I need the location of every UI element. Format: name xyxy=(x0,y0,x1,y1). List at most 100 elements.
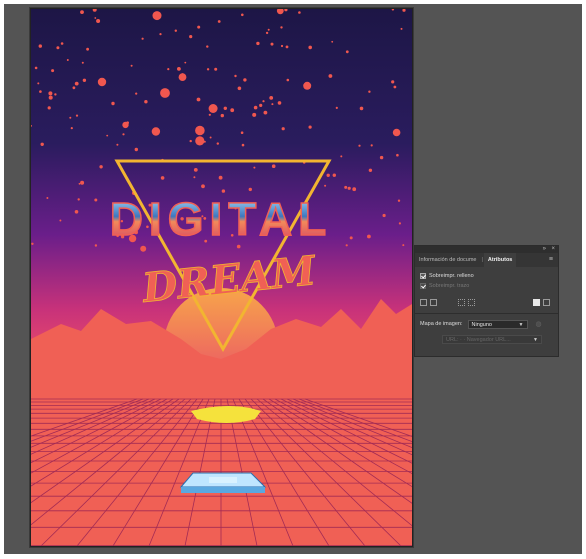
star xyxy=(208,104,218,113)
star xyxy=(135,92,138,95)
star xyxy=(359,106,364,111)
star xyxy=(72,86,76,90)
star xyxy=(253,105,258,110)
star xyxy=(75,114,79,117)
star xyxy=(243,78,247,82)
star xyxy=(37,82,40,85)
star xyxy=(184,61,187,64)
star xyxy=(94,198,98,202)
star xyxy=(218,175,223,180)
panel-titlebar: » × xyxy=(415,246,558,253)
star xyxy=(344,185,348,189)
star xyxy=(46,197,49,199)
star xyxy=(358,144,361,147)
hide-center-icon[interactable] xyxy=(430,298,437,306)
star xyxy=(230,108,235,113)
poster-artwork: DIGITAL DREAM xyxy=(31,9,412,546)
evenodd-rule-icon[interactable] xyxy=(543,298,550,306)
star xyxy=(345,50,349,54)
reverse-path-alt-icon[interactable] xyxy=(468,298,475,306)
star xyxy=(237,86,242,91)
star xyxy=(134,147,138,152)
star xyxy=(70,127,73,130)
star xyxy=(382,213,386,218)
star xyxy=(167,68,170,71)
star xyxy=(252,112,257,117)
star xyxy=(303,81,312,90)
star xyxy=(197,25,201,29)
star xyxy=(345,244,348,247)
star xyxy=(269,96,274,100)
star xyxy=(352,187,357,192)
star xyxy=(78,182,81,185)
tab-document-info[interactable]: Información de docume xyxy=(415,253,480,267)
overprint-fill-checkbox[interactable] xyxy=(420,273,426,279)
star xyxy=(223,106,227,111)
star xyxy=(216,142,219,145)
overprint-fill-row: Sobreimpr. relleno xyxy=(415,271,558,281)
star xyxy=(74,210,79,214)
show-center-icon[interactable] xyxy=(420,298,427,306)
star xyxy=(340,155,343,158)
star xyxy=(106,134,109,137)
star xyxy=(201,184,205,189)
star xyxy=(54,93,57,96)
star xyxy=(160,88,170,98)
reverse-path-icon[interactable] xyxy=(458,298,465,306)
star xyxy=(208,113,211,116)
star xyxy=(47,106,51,110)
star xyxy=(256,41,260,46)
star xyxy=(181,73,184,75)
star xyxy=(111,101,115,106)
star xyxy=(189,35,193,39)
star xyxy=(397,199,401,202)
star xyxy=(144,100,148,104)
star xyxy=(59,219,62,222)
nonzero-rule-icon[interactable] xyxy=(533,298,540,306)
star xyxy=(82,78,87,83)
star xyxy=(39,90,42,93)
star xyxy=(209,136,212,139)
star xyxy=(195,125,205,136)
tab-attributes[interactable]: Atributos xyxy=(483,253,517,267)
image-map-value: Ninguno xyxy=(471,321,493,328)
star xyxy=(122,133,125,136)
star xyxy=(253,166,256,169)
star xyxy=(40,142,44,146)
star xyxy=(398,222,401,225)
star xyxy=(66,59,69,61)
star xyxy=(248,187,252,192)
star xyxy=(400,27,403,30)
star xyxy=(335,106,338,109)
star xyxy=(51,69,55,73)
close-icon[interactable]: × xyxy=(551,246,555,253)
star xyxy=(270,42,274,46)
star xyxy=(34,66,38,70)
star xyxy=(80,180,85,185)
star xyxy=(331,40,334,43)
chevron-down-icon: ▼ xyxy=(518,321,524,328)
star xyxy=(141,37,144,40)
image-map-label: Mapa de imagen: xyxy=(420,321,463,327)
star xyxy=(60,42,64,45)
star xyxy=(206,68,210,71)
panel-divider xyxy=(415,313,558,314)
star xyxy=(379,155,384,160)
star xyxy=(97,77,107,87)
star xyxy=(308,45,313,50)
panel-menu-icon[interactable]: ≡ xyxy=(549,253,553,267)
star xyxy=(285,45,289,49)
overprint-stroke-checkbox xyxy=(420,283,426,289)
star xyxy=(281,127,285,131)
star xyxy=(160,176,165,180)
collapse-icon[interactable]: » xyxy=(543,246,546,253)
artboard[interactable]: DIGITAL DREAM xyxy=(30,8,413,547)
star xyxy=(259,103,263,107)
url-field-value: URL: · · Navegador URL... xyxy=(446,336,511,343)
star xyxy=(81,61,84,64)
canvas-workspace: DIGITAL DREAM » × Información de docume … xyxy=(4,4,582,554)
star xyxy=(367,234,371,239)
image-map-select[interactable]: Ninguno ▼ xyxy=(467,319,528,329)
star xyxy=(193,168,198,172)
star xyxy=(48,91,53,96)
